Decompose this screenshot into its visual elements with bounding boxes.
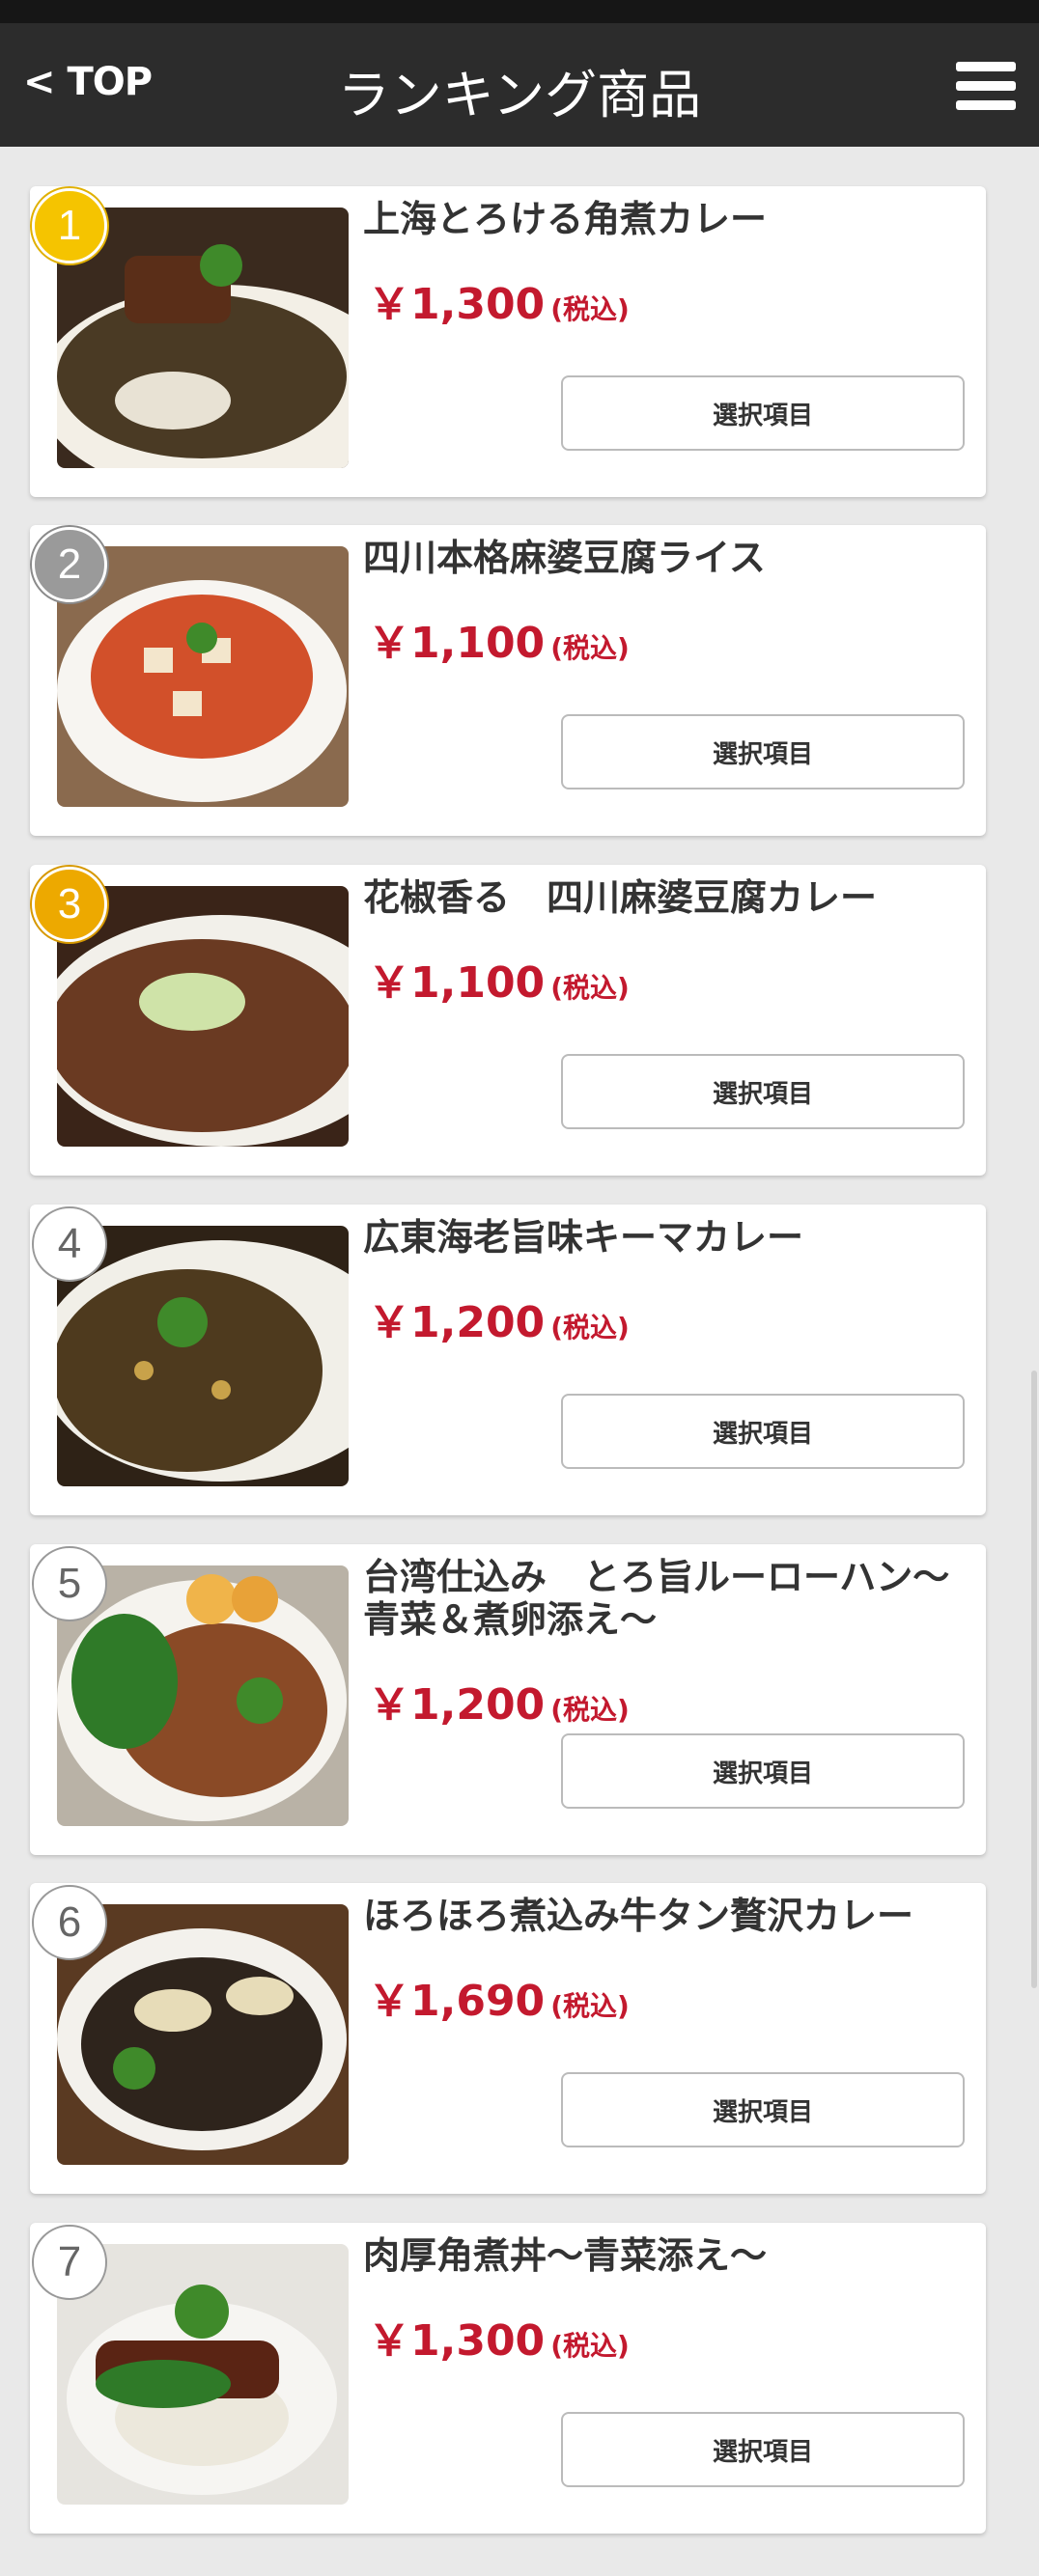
rank-badge: 1 — [32, 188, 107, 263]
price-value: ￥1,100 — [368, 619, 546, 668]
item-price: ￥1,300 (税込) — [368, 2306, 630, 2368]
tax-label: (税込) — [550, 1990, 630, 2022]
rank-badge: 3 — [32, 867, 107, 942]
price-value: ￥1,300 — [368, 280, 546, 329]
page-title: ランキング商品 — [337, 65, 702, 125]
item-price: ￥1,200 (税込) — [368, 1288, 630, 1349]
select-options-button[interactable]: 選択項目 — [561, 714, 965, 789]
scrollbar[interactable] — [1031, 1371, 1037, 1988]
rank-badge: 7 — [32, 2225, 107, 2300]
select-options-button[interactable]: 選択項目 — [561, 375, 965, 451]
tax-label: (税込) — [550, 972, 630, 1004]
tax-label: (税込) — [550, 1694, 630, 1726]
item-name: ほろほろ煮込み牛タン贅沢カレー — [363, 1895, 914, 1937]
select-options-button[interactable]: 選択項目 — [561, 1394, 965, 1469]
select-options-button[interactable]: 選択項目 — [561, 1054, 965, 1129]
rank-badge: 2 — [32, 527, 107, 602]
item-name: 花椒香る 四川麻婆豆腐カレー — [363, 876, 878, 919]
price-value: ￥1,300 — [368, 2316, 546, 2366]
select-options-button[interactable]: 選択項目 — [561, 2072, 965, 2147]
price-value: ￥1,690 — [368, 1977, 546, 2026]
rank-badge: 5 — [32, 1546, 107, 1621]
ranking-card-3[interactable]: 3 花椒香る 四川麻婆豆腐カレー ￥1,100 (税込) 選択項目 — [30, 865, 986, 1176]
select-options-button[interactable]: 選択項目 — [561, 2412, 965, 2487]
app-header: < TOP ランキング商品 — [0, 23, 1039, 147]
tax-label: (税込) — [550, 293, 630, 325]
price-value: ￥1,200 — [368, 1298, 546, 1347]
item-name: 台湾仕込み とろ旨ルーローハン〜青菜＆煮卵添え〜 — [363, 1556, 950, 1641]
ranking-card-6[interactable]: 6 ほろほろ煮込み牛タン贅沢カレー ￥1,690 (税込) 選択項目 — [30, 1883, 986, 2194]
item-price: ￥1,100 (税込) — [368, 948, 630, 1010]
item-name: 上海とろける角煮カレー — [363, 198, 768, 240]
ranking-card-1[interactable]: 1 上海とろける角煮カレー ￥1,300 (税込) 選択項目 — [30, 186, 986, 497]
ranking-card-2[interactable]: 2 四川本格麻婆豆腐ライス ￥1,100 (税込) 選択項目 — [30, 525, 986, 836]
item-price: ￥1,100 (税込) — [368, 608, 630, 670]
price-value: ￥1,200 — [368, 1680, 546, 1730]
rank-badge: 4 — [32, 1206, 107, 1282]
status-bar — [0, 0, 1039, 23]
tax-label: (税込) — [550, 1312, 630, 1343]
item-price: ￥1,200 (税込) — [368, 1670, 630, 1731]
price-value: ￥1,100 — [368, 958, 546, 1008]
tax-label: (税込) — [550, 632, 630, 664]
item-price: ￥1,300 (税込) — [368, 269, 630, 331]
item-name: 広東海老旨味キーマカレー — [363, 1216, 804, 1259]
item-price: ￥1,690 (税込) — [368, 1966, 630, 2028]
ranking-card-7[interactable]: 7 肉厚角煮丼〜青菜添え〜 ￥1,300 (税込) 選択項目 — [30, 2223, 986, 2534]
tax-label: (税込) — [550, 2330, 630, 2362]
item-name: 肉厚角煮丼〜青菜添え〜 — [363, 2234, 768, 2277]
ranking-card-5[interactable]: 5 台湾仕込み とろ旨ルーローハン〜青菜＆煮卵添え〜 ￥1,200 (税込) 選択… — [30, 1544, 986, 1855]
item-name: 四川本格麻婆豆腐ライス — [363, 537, 766, 579]
select-options-button[interactable]: 選択項目 — [561, 1733, 965, 1809]
hamburger-menu-icon[interactable] — [956, 62, 1016, 112]
ranking-card-4[interactable]: 4 広東海老旨味キーマカレー ￥1,200 (税込) 選択項目 — [30, 1205, 986, 1515]
rank-badge: 6 — [32, 1885, 107, 1960]
